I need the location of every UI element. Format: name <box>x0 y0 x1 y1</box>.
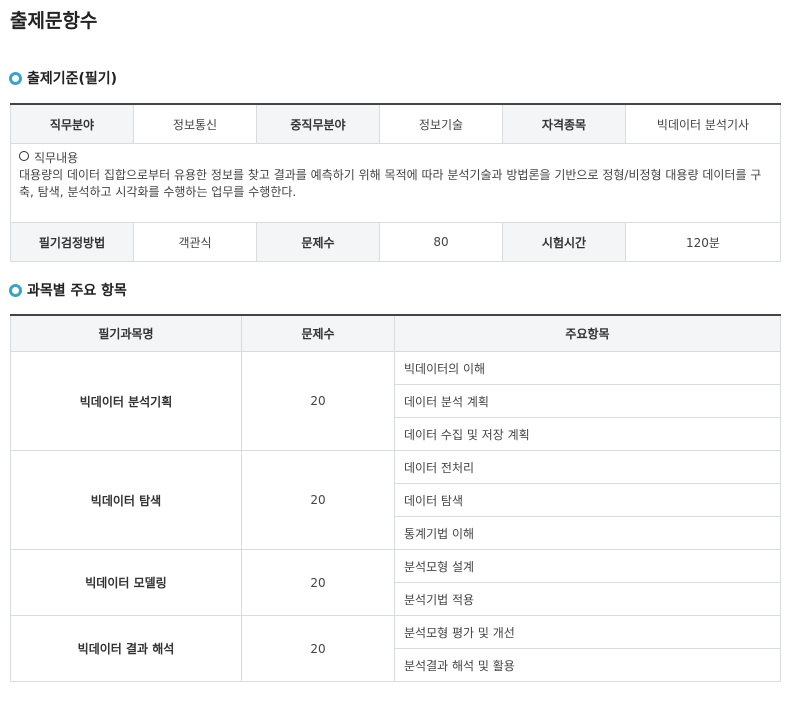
section-heading-subjects: 과목별 주요 항목 <box>9 280 127 300</box>
field-label: 시험시간 <box>502 222 626 262</box>
field-value: 객관식 <box>133 222 257 262</box>
exam-criteria-table: 직무분야 정보통신 중직무분야 정보기술 자격종목 빅데이터 분석기사 직무내용… <box>10 103 781 262</box>
table-row: 빅데이터 모델링 20 분석모형 설계 <box>10 549 781 616</box>
field-label: 자격종목 <box>502 103 626 144</box>
section-heading-label: 과목별 주요 항목 <box>27 283 127 299</box>
duty-title: 직무내용 <box>34 151 79 165</box>
field-value: 120분 <box>625 222 781 262</box>
table-row: 직무내용 대용량의 데이터 집합으로부터 유용한 정보를 찾고 결과를 예측하기… <box>10 143 781 223</box>
main-item: 분석결과 해석 및 활용 <box>394 648 781 682</box>
duty-description: 직무내용 대용량의 데이터 집합으로부터 유용한 정보를 찾고 결과를 예측하기… <box>10 143 781 223</box>
main-item: 분석모형 설계 <box>394 549 781 583</box>
main-item: 분석기법 적용 <box>394 582 781 616</box>
table-row: 빅데이터 탐색 20 데이터 전처리 <box>10 450 781 550</box>
subject-name: 빅데이터 결과 해석 <box>10 615 242 682</box>
subject-name: 빅데이터 탐색 <box>10 450 242 550</box>
column-header: 주요항목 <box>394 314 781 352</box>
field-label: 직무분야 <box>10 103 134 144</box>
field-value: 80 <box>379 222 503 262</box>
table-row: 빅데이터 분석기획 20 빅데이터의 이해 <box>10 351 781 451</box>
field-value: 빅데이터 분석기사 <box>625 103 781 144</box>
question-count: 20 <box>241 351 395 451</box>
main-item: 분석모형 평가 및 개선 <box>394 615 781 649</box>
duty-text: 대용량의 데이터 집합으로부터 유용한 정보를 찾고 결과를 예측하기 위해 목… <box>19 168 762 199</box>
table-row: 직무분야 정보통신 중직무분야 정보기술 자격종목 빅데이터 분석기사 <box>10 103 781 144</box>
table-row: 필기검정방법 객관식 문제수 80 시험시간 120분 <box>10 222 781 262</box>
column-header: 필기과목명 <box>10 314 242 352</box>
section-heading-exam-criteria: 출제기준(필기) <box>9 68 117 88</box>
main-item: 빅데이터의 이해 <box>394 351 781 385</box>
subjects-table: 필기과목명 문제수 주요항목 빅데이터 분석기획 20 빅데이터의 이해 데이터… <box>10 314 781 682</box>
section-heading-label: 출제기준(필기) <box>27 71 118 87</box>
field-value: 정보기술 <box>379 103 503 144</box>
table-header-row: 필기과목명 문제수 주요항목 <box>10 314 781 352</box>
main-item: 통계기법 이해 <box>394 516 781 550</box>
question-count: 20 <box>241 615 395 682</box>
main-item: 데이터 수집 및 저장 계획 <box>394 417 781 451</box>
field-value: 정보통신 <box>133 103 257 144</box>
field-label: 중직무분야 <box>256 103 380 144</box>
question-count: 20 <box>241 549 395 616</box>
ring-bullet-icon <box>9 71 22 85</box>
field-label: 필기검정방법 <box>10 222 134 262</box>
subject-name: 빅데이터 모델링 <box>10 549 242 616</box>
field-label: 문제수 <box>256 222 380 262</box>
table-row: 빅데이터 결과 해석 20 분석모형 평가 및 개선 <box>10 615 781 682</box>
main-item: 데이터 분석 계획 <box>394 384 781 418</box>
question-count: 20 <box>241 450 395 550</box>
main-item: 데이터 전처리 <box>394 450 781 484</box>
subject-name: 빅데이터 분석기획 <box>10 351 242 451</box>
ring-bullet-icon <box>9 283 22 297</box>
page-title: 출제문항수 <box>10 10 98 32</box>
main-item: 데이터 탐색 <box>394 483 781 517</box>
circle-bullet-icon <box>19 151 29 161</box>
column-header: 문제수 <box>241 314 395 352</box>
